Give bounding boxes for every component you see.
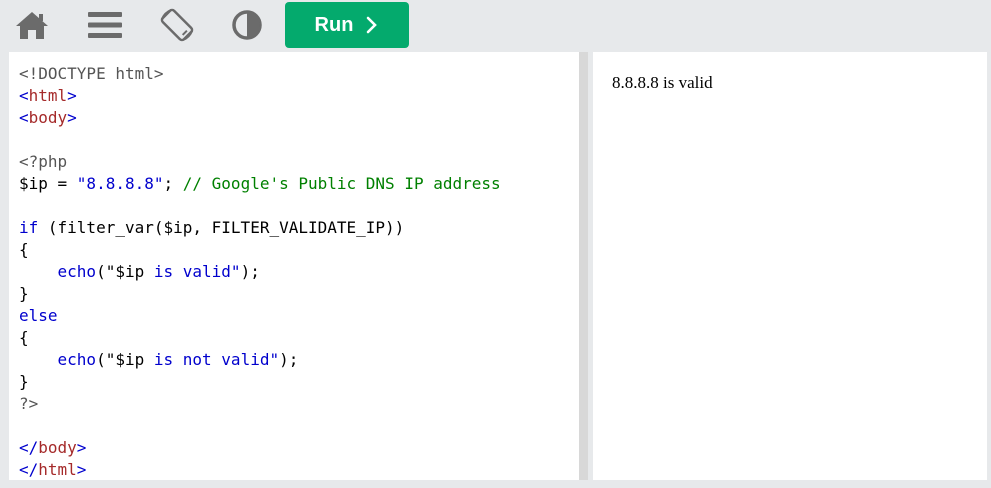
rotate-button[interactable] — [157, 6, 197, 44]
run-label: Run — [314, 13, 354, 36]
code-text[interactable]: <!DOCTYPE html> <html> <body> <?php $ip … — [9, 52, 579, 480]
result-pane: 8.8.8.8 is valid — [593, 52, 987, 480]
code-line: ?> — [19, 394, 39, 413]
code-line: <body> — [19, 108, 77, 127]
home-button[interactable] — [12, 6, 52, 44]
code-line: </body> — [19, 438, 87, 457]
menu-icon — [88, 12, 122, 38]
code-line: } — [19, 372, 29, 391]
code-line: else — [19, 306, 58, 325]
chevron-right-icon — [367, 16, 378, 34]
contrast-icon — [232, 10, 262, 40]
code-line: { — [19, 328, 29, 347]
code-line: $ip = "8.8.8.8"; // Google's Public DNS … — [19, 174, 501, 193]
toolbar: Run — [0, 0, 991, 50]
run-button[interactable]: Run — [285, 2, 409, 48]
code-line: <?php — [19, 152, 68, 171]
code-line: </html> — [19, 460, 87, 479]
result-text: 8.8.8.8 is valid — [612, 73, 713, 92]
code-line: <html> — [19, 86, 77, 105]
code-editor[interactable]: <!DOCTYPE html> <html> <body> <?php $ip … — [9, 52, 579, 480]
menu-button[interactable] — [85, 6, 125, 44]
code-line: if (filter_var($ip, FILTER_VALIDATE_IP)) — [19, 218, 405, 237]
theme-button[interactable] — [227, 6, 267, 44]
rotate-screen-icon — [160, 8, 194, 42]
code-line: <!DOCTYPE html> — [19, 64, 164, 83]
home-icon — [16, 12, 48, 39]
code-line: { — [19, 240, 29, 259]
code-line: } — [19, 284, 29, 303]
code-line: echo("$ip is valid"); — [57, 262, 260, 281]
editor-scrollbar[interactable] — [579, 52, 588, 480]
code-line: echo("$ip is not valid"); — [57, 350, 299, 369]
